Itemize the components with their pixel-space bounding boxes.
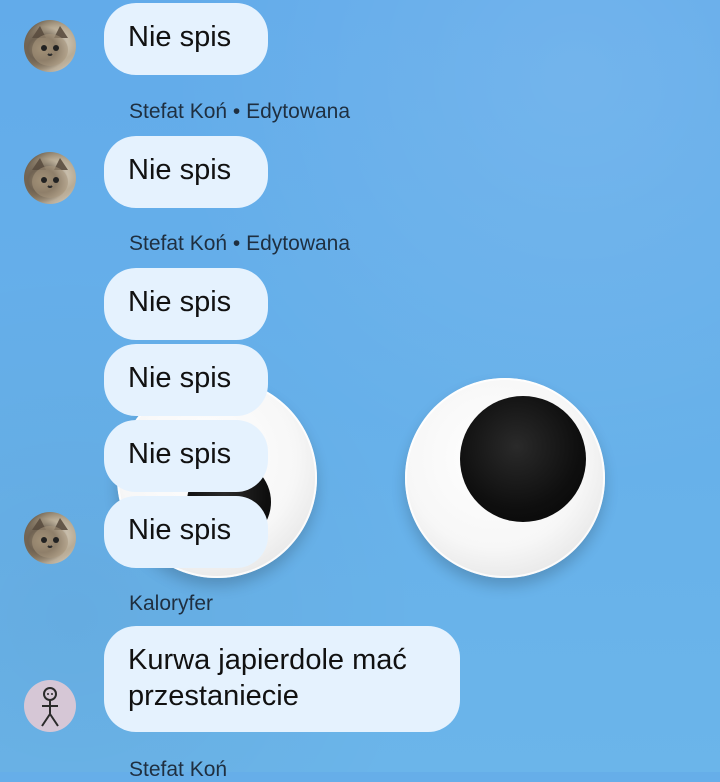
googly-eye-right xyxy=(405,378,605,578)
message-text: Nie spis xyxy=(128,286,232,318)
message-text-line-1: Kurwa japierdole mać xyxy=(128,644,407,676)
cat-avatar-icon[interactable] xyxy=(24,152,76,204)
cat-avatar-icon[interactable] xyxy=(24,512,76,564)
stick-figure-avatar-icon[interactable] xyxy=(24,680,76,732)
message-text: Nie spis xyxy=(128,21,232,53)
message-text: Nie spis xyxy=(128,514,232,546)
sender-line: Stefat Koń • Edytowana xyxy=(129,232,350,256)
message-bubble[interactable]: Kurwa japierdole mać przestaniecie xyxy=(104,626,460,732)
cat-avatar-icon[interactable] xyxy=(24,20,76,72)
message-bubble[interactable]: Nie spis xyxy=(104,136,268,208)
edited-label: Edytowana xyxy=(246,100,351,123)
message-text-line-2: przestaniecie xyxy=(128,680,299,712)
sender-name: Stefat Koń xyxy=(129,232,228,255)
message-bubble[interactable]: Nie spis xyxy=(104,268,268,340)
sender-line: Stefat Koń • Edytowana xyxy=(129,100,350,124)
sender-separator: • xyxy=(232,232,241,255)
message-bubble[interactable]: Nie spis xyxy=(104,344,268,416)
message-bubble[interactable]: Nie spis xyxy=(104,420,268,492)
googly-eye-pupil-right xyxy=(460,396,586,522)
message-text: Nie spis xyxy=(128,154,232,186)
edited-label: Edytowana xyxy=(246,232,351,255)
sender-name: Kaloryfer xyxy=(129,592,214,615)
message-text: Nie spis xyxy=(128,362,232,394)
message-bubble[interactable]: Nie spis xyxy=(104,496,268,568)
sender-name: Stefat Koń xyxy=(129,758,228,781)
sender-separator: • xyxy=(232,100,241,123)
message-text: Nie spis xyxy=(128,438,232,470)
sender-name: Stefat Koń xyxy=(129,100,228,123)
message-bubble[interactable]: Nie spis xyxy=(104,3,268,75)
